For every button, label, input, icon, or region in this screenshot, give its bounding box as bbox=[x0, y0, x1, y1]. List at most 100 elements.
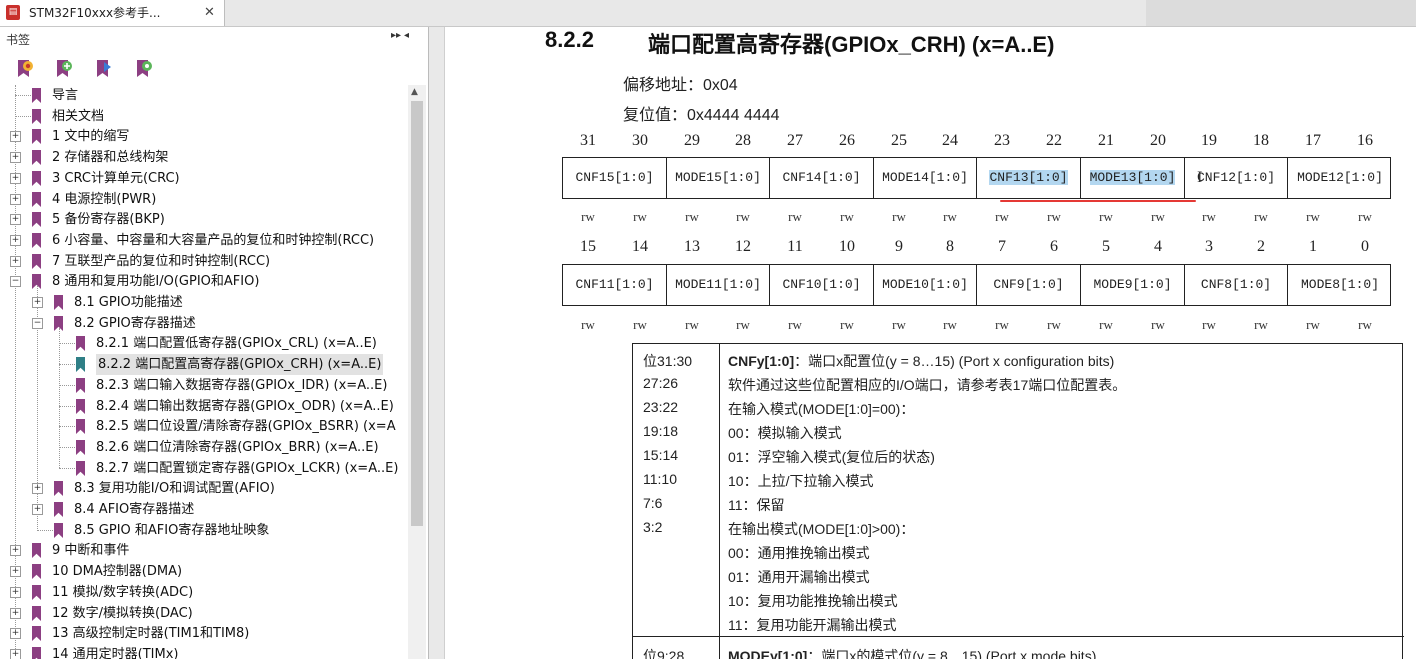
bookmark-find-icon[interactable] bbox=[135, 59, 153, 79]
bookmark-delete-icon[interactable] bbox=[16, 59, 34, 79]
access-type: rw bbox=[943, 317, 957, 332]
tab-bar: ▤ STM32F10xxx参考手... ✕ bbox=[0, 0, 1416, 27]
bookmark-item[interactable]: +8.1 GPIO功能描述 bbox=[0, 292, 408, 313]
access-type: rw bbox=[1151, 317, 1165, 332]
expand-icon[interactable]: + bbox=[10, 649, 21, 659]
bookmark-expand-icon[interactable] bbox=[95, 59, 113, 79]
document-tab[interactable]: ▤ STM32F10xxx参考手... ✕ bbox=[0, 0, 225, 26]
description-line: 在输入模式(MODE[1:0]=00)： bbox=[728, 401, 915, 417]
bookmark-icon bbox=[54, 295, 63, 310]
bookmark-item[interactable]: 8.2.7 端口配置锁定寄存器(GPIOx_LCKR) (x=A..E) bbox=[0, 458, 408, 479]
bookmark-icon bbox=[32, 129, 41, 144]
register-field-label: MODE8[1:0] bbox=[1300, 277, 1379, 292]
register-field[interactable]: CNF9[1:0] bbox=[977, 265, 1081, 305]
access-type: rw bbox=[892, 317, 906, 332]
register-field[interactable]: MODE8[1:0] bbox=[1288, 265, 1392, 305]
bookmark-item[interactable]: 8.2.5 端口位设置/清除寄存器(GPIOx_BSRR) (x=A bbox=[0, 416, 408, 437]
expand-icon[interactable]: + bbox=[32, 483, 43, 494]
register-field[interactable]: MODE13[1:0] bbox=[1081, 158, 1185, 198]
expand-icon[interactable]: + bbox=[10, 628, 21, 639]
expand-icon[interactable]: + bbox=[32, 297, 43, 308]
collapse-icon[interactable]: − bbox=[10, 276, 21, 287]
scroll-up-icon[interactable]: ▲ bbox=[411, 87, 418, 97]
bookmark-item[interactable]: 8.2.3 端口输入数据寄存器(GPIOx_IDR) (x=A..E) bbox=[0, 375, 408, 396]
collapse-icon[interactable]: − bbox=[32, 318, 43, 329]
register-field-label: MODE10[1:0] bbox=[882, 277, 968, 292]
panel-options-icon[interactable]: ▸▸ bbox=[391, 30, 401, 41]
bookmark-scrollbar[interactable]: ▲ bbox=[408, 85, 426, 659]
bookmark-item[interactable]: +9 中断和事件 bbox=[0, 540, 408, 561]
expand-icon[interactable]: + bbox=[10, 566, 21, 577]
tree-connector bbox=[15, 95, 33, 96]
expand-icon[interactable]: + bbox=[10, 214, 21, 225]
bookmark-item[interactable]: 8.2.1 端口配置低寄存器(GPIOx_CRL) (x=A..E) bbox=[0, 333, 408, 354]
bookmark-item[interactable]: +10 DMA控制器(DMA) bbox=[0, 561, 408, 582]
bookmark-item[interactable]: 8.2.2 端口配置高寄存器(GPIOx_CRH) (x=A..E) bbox=[0, 354, 408, 375]
bit-number: 15 bbox=[580, 238, 596, 255]
expand-icon[interactable]: + bbox=[10, 235, 21, 246]
register-field[interactable]: CNF15[1:0] bbox=[563, 158, 667, 198]
expand-icon[interactable]: + bbox=[10, 608, 21, 619]
bookmark-add-icon[interactable] bbox=[55, 59, 73, 79]
bookmark-item[interactable]: 8.5 GPIO 和AFIO寄存器地址映象 bbox=[0, 520, 408, 541]
bookmark-label: 相关文档 bbox=[52, 109, 105, 124]
expand-icon[interactable]: + bbox=[10, 194, 21, 205]
expand-icon[interactable]: + bbox=[10, 173, 21, 184]
bookmark-item[interactable]: +8.4 AFIO寄存器描述 bbox=[0, 499, 408, 520]
table-divider bbox=[719, 344, 720, 659]
bit-number: 20 bbox=[1150, 132, 1166, 149]
expand-icon[interactable]: + bbox=[10, 256, 21, 267]
register-field[interactable]: MODE10[1:0] bbox=[874, 265, 977, 305]
access-type: rw bbox=[736, 209, 750, 224]
bookmark-item[interactable]: +3 CRC计算单元(CRC) bbox=[0, 168, 408, 189]
register-field[interactable]: CNF13[1:0] bbox=[977, 158, 1081, 198]
bookmark-item[interactable]: +1 文中的缩写 bbox=[0, 126, 408, 147]
register-field[interactable]: MODE15[1:0] bbox=[667, 158, 770, 198]
expand-icon[interactable]: + bbox=[10, 131, 21, 142]
bookmark-item[interactable]: +7 互联型产品的复位和时钟控制(RCC) bbox=[0, 251, 408, 272]
bookmark-item[interactable]: +11 模拟/数字转换(ADC) bbox=[0, 582, 408, 603]
expand-icon[interactable]: + bbox=[10, 587, 21, 598]
register-field[interactable]: MODE11[1:0] bbox=[667, 265, 770, 305]
close-icon[interactable]: ✕ bbox=[204, 0, 215, 26]
bit-number: 28 bbox=[735, 132, 751, 149]
register-field[interactable]: MODE14[1:0] bbox=[874, 158, 977, 198]
register-field[interactable]: CNF14[1:0] bbox=[770, 158, 874, 198]
bookmark-item[interactable]: +14 通用定时器(TIMx) bbox=[0, 644, 408, 659]
description-line: 01：浮空输入模式(复位后的状态) bbox=[728, 449, 935, 465]
bookmark-icon bbox=[32, 564, 41, 579]
bookmark-item[interactable]: − 8.2 GPIO寄存器描述 bbox=[0, 313, 408, 334]
bookmark-item[interactable]: +5 备份寄存器(BKP) bbox=[0, 209, 408, 230]
bookmark-item[interactable]: 导言 bbox=[0, 85, 408, 106]
bookmark-item[interactable]: 8.2.4 端口输出数据寄存器(GPIOx_ODR) (x=A..E) bbox=[0, 396, 408, 417]
scrollbar-thumb[interactable] bbox=[411, 101, 423, 526]
bookmark-item[interactable]: − 8 通用和复用功能I/O(GPIO和AFIO) bbox=[0, 271, 408, 292]
expand-icon[interactable]: + bbox=[10, 152, 21, 163]
expand-icon[interactable]: + bbox=[32, 504, 43, 515]
register-field[interactable]: MODE12[1:0] bbox=[1288, 158, 1392, 198]
field-heading: CNFy[1:0]：端口x配置位(y = 8…15) (Port x confi… bbox=[728, 351, 1114, 371]
bookmark-item[interactable]: 8.2.6 端口位清除寄存器(GPIOx_BRR) (x=A..E) bbox=[0, 437, 408, 458]
expand-icon[interactable]: + bbox=[10, 545, 21, 556]
register-field[interactable]: MODE9[1:0] bbox=[1081, 265, 1185, 305]
access-type: rw bbox=[1306, 209, 1320, 224]
bookmark-item[interactable]: +2 存储器和总线构架 bbox=[0, 147, 408, 168]
panel-splitter[interactable] bbox=[429, 27, 445, 659]
bookmark-icon bbox=[76, 336, 85, 351]
register-field[interactable]: CNF10[1:0] bbox=[770, 265, 874, 305]
bookmark-item[interactable]: +12 数字/模拟转换(DAC) bbox=[0, 603, 408, 624]
bookmark-item[interactable]: 相关文档 bbox=[0, 106, 408, 127]
register-field[interactable]: CNF11[1:0] bbox=[563, 265, 667, 305]
bookmark-item[interactable]: +4 电源控制(PWR) bbox=[0, 189, 408, 210]
panel-collapse-icon[interactable]: ◂ bbox=[404, 30, 409, 41]
bookmark-panel: 书签 ▸▸ ◂ 导言 相关文档 +1 文中的缩写 +2 存储器和总线构架 +3 CRC计… bbox=[0, 27, 429, 659]
register-field[interactable]: CNF8[1:0] bbox=[1185, 265, 1288, 305]
bit-position: 11:10 bbox=[643, 471, 677, 487]
bit-number: 31 bbox=[580, 132, 596, 149]
field-name: CNFy[1:0] bbox=[728, 353, 795, 369]
bookmark-item[interactable]: +6 小容量、中容量和大容量产品的复位和时钟控制(RCC) bbox=[0, 230, 408, 251]
bookmark-item[interactable]: +8.3 复用功能I/O和调试配置(AFIO) bbox=[0, 478, 408, 499]
bookmark-label: 8.2.7 端口配置锁定寄存器(GPIOx_LCKR) (x=A..E) bbox=[96, 461, 399, 476]
bookmark-label: 10 DMA控制器(DMA) bbox=[52, 564, 183, 579]
bookmark-item[interactable]: +13 高级控制定时器(TIM1和TIM8) bbox=[0, 623, 408, 644]
